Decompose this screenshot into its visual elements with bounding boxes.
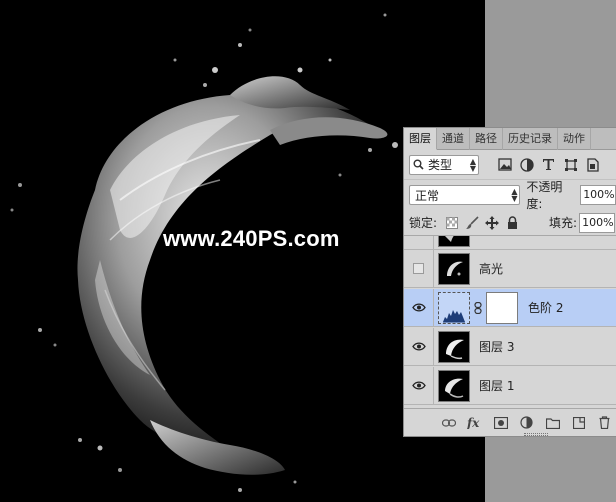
layer-row-levels[interactable]: 色阶 2 xyxy=(404,288,616,327)
filter-kind-select[interactable]: 类型 ▲ ▼ xyxy=(409,154,479,175)
layer-mask-thumbnail[interactable] xyxy=(486,291,518,324)
add-mask-icon[interactable] xyxy=(493,415,508,430)
adjustment-layer-icon[interactable] xyxy=(519,415,534,430)
panel-footer: fx xyxy=(404,408,616,436)
layer-name: 图层 3 xyxy=(479,340,515,354)
fill-label: 填充: xyxy=(549,216,578,230)
levels-adjustment-thumbnail xyxy=(438,291,470,324)
eye-icon xyxy=(411,303,426,312)
blend-row: 正常 ▲ ▼ 不透明度: 100% xyxy=(404,180,616,211)
visibility-toggle[interactable] xyxy=(404,249,434,288)
shape-filter-icon[interactable] xyxy=(563,157,578,172)
tab-layers[interactable]: 图层 xyxy=(404,128,437,150)
histogram-icon xyxy=(443,309,465,322)
watermark-text: www.240PS.com xyxy=(163,226,340,251)
move-icon[interactable] xyxy=(485,215,500,230)
lock-row: 锁定: 填充: 100% xyxy=(404,210,616,236)
visibility-toggle[interactable] xyxy=(404,327,434,366)
filter-kind-label: 类型 xyxy=(428,158,453,172)
lock-label: 锁定: xyxy=(409,216,438,230)
layer-thumbnail xyxy=(438,252,470,285)
layer-row-layer1[interactable]: 图层 1 xyxy=(404,366,616,405)
tab-history[interactable]: 历史记录 xyxy=(503,128,558,150)
tab-actions[interactable]: 动作 xyxy=(558,128,591,150)
updown-arrow-icon: ▲ ▼ xyxy=(469,156,477,173)
folder-icon[interactable] xyxy=(545,415,560,430)
blend-mode-select[interactable]: 正常 ▲ ▼ xyxy=(409,185,521,205)
visibility-toggle[interactable] xyxy=(404,288,434,327)
type-filter-icon[interactable] xyxy=(541,157,556,172)
resize-grip[interactable] xyxy=(524,433,548,436)
layer-thumbnail xyxy=(438,369,470,402)
hidden-eye-box xyxy=(413,263,424,274)
layer-name: 色阶 2 xyxy=(528,301,564,315)
layer-row[interactable] xyxy=(404,236,616,250)
visibility-toggle[interactable] xyxy=(404,366,434,405)
updown-arrow-icon: ▲ ▼ xyxy=(511,187,518,203)
chain-link-icon[interactable] xyxy=(472,301,484,314)
search-icon xyxy=(413,159,424,170)
panel-tabs: 图层 通道 路径 历史记录 动作 xyxy=(404,128,616,150)
eye-icon xyxy=(411,381,426,390)
lock-transparent-pixels-icon[interactable] xyxy=(445,216,459,230)
link-layers-icon[interactable] xyxy=(441,415,456,430)
opacity-input[interactable]: 100% xyxy=(580,185,616,205)
visibility-toggle[interactable] xyxy=(404,236,434,250)
smart-object-filter-icon[interactable] xyxy=(585,157,600,172)
layer-name: 图层 1 xyxy=(479,379,515,393)
svg-text:fx: fx xyxy=(467,416,480,429)
lock-icon[interactable] xyxy=(505,216,519,230)
new-layer-icon[interactable] xyxy=(571,415,586,430)
layer-thumbnail xyxy=(438,236,470,247)
tab-paths[interactable]: 路径 xyxy=(470,128,503,150)
blend-mode-label: 正常 xyxy=(415,188,440,203)
fill-input[interactable]: 100% xyxy=(579,212,616,233)
opacity-label: 不透明度: xyxy=(526,180,563,211)
adjustment-filter-icon[interactable] xyxy=(519,157,534,172)
layer-list: 高光 色阶 2 图层 3 图层 1 xyxy=(404,236,616,408)
layer-name: 高光 xyxy=(479,262,504,276)
trash-icon[interactable] xyxy=(597,415,612,430)
tab-channels[interactable]: 通道 xyxy=(437,128,470,150)
layer-row-highlight[interactable]: 高光 xyxy=(404,249,616,288)
eye-icon xyxy=(411,342,426,351)
layers-panel: 图层 通道 路径 历史记录 动作 类型 ▲ ▼ 正常 ▲ ▼ 不透明度: 100% … xyxy=(403,127,616,437)
layer-row-layer3[interactable]: 图层 3 xyxy=(404,327,616,366)
image-filter-icon[interactable] xyxy=(497,157,512,172)
fx-icon[interactable]: fx xyxy=(467,415,482,430)
brush-icon[interactable] xyxy=(465,215,479,230)
filter-row: 类型 ▲ ▼ xyxy=(404,150,616,180)
layer-thumbnail xyxy=(438,330,470,363)
